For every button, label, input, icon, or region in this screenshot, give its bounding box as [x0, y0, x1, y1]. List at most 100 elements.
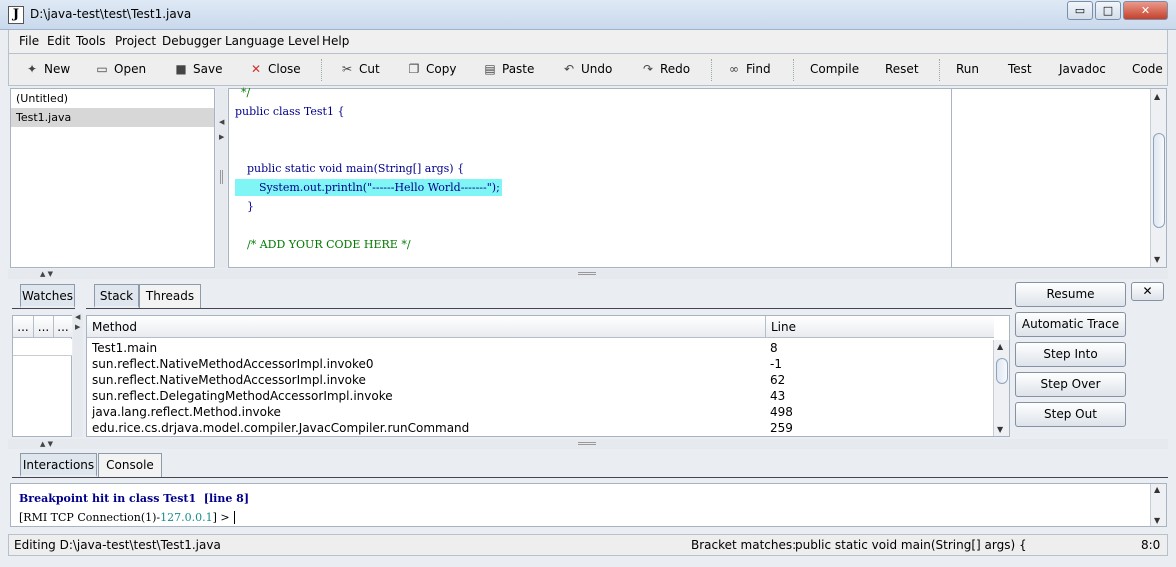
stack-method: sun.reflect.NativeMethodAccessorImpl.inv…: [92, 357, 374, 371]
toolbar-separator: [793, 59, 794, 81]
close-window-button[interactable]: ✕: [1123, 1, 1168, 20]
cut-button[interactable]: ✂ Cut: [340, 62, 380, 76]
editor-scroll-thumb[interactable]: [1153, 133, 1165, 228]
maximize-button[interactable]: □: [1095, 1, 1121, 20]
menu-file[interactable]: File: [19, 34, 39, 48]
interactions-scrollbar[interactable]: ▲ ▼: [1150, 484, 1166, 526]
copy-button[interactable]: ❐ Copy: [407, 62, 457, 76]
splitter-grip-icon: [220, 170, 223, 184]
redo-label: Redo: [660, 62, 691, 76]
watch-col-header[interactable]: ...: [33, 316, 53, 338]
app-icon: J: [8, 6, 24, 24]
column-header-line[interactable]: Line: [765, 316, 994, 338]
undo-button[interactable]: ↶ Undo: [562, 62, 612, 76]
stack-table: Method Line Test1.main 8 sun.reflect.Nati…: [86, 315, 1010, 437]
resume-button[interactable]: Resume: [1015, 282, 1126, 307]
editor-scrollbar[interactable]: ▲ ▼: [1150, 89, 1166, 267]
splitter-grip-icon: [578, 272, 596, 275]
text-cursor: [233, 511, 235, 524]
save-button[interactable]: ■ Save: [174, 62, 222, 76]
stack-tab-underline: [86, 308, 1012, 309]
scroll-up-icon[interactable]: ▲: [1154, 485, 1160, 494]
new-button[interactable]: ✦ New: [25, 62, 70, 76]
column-header-method[interactable]: Method: [87, 316, 765, 338]
cut-label: Cut: [359, 62, 380, 76]
interactions-tab-underline: [12, 477, 1168, 478]
code-editor[interactable]: */ public class Test1 { public static vo…: [228, 86, 951, 268]
watch-input-row[interactable]: [13, 339, 72, 356]
table-row[interactable]: sun.reflect.DelegatingMethodAccessorImpl…: [92, 388, 785, 404]
watch-col-header[interactable]: ...: [53, 316, 72, 338]
stack-method: sun.reflect.DelegatingMethodAccessorImpl…: [92, 389, 393, 403]
stack-scroll-thumb[interactable]: [996, 358, 1008, 384]
paste-button[interactable]: ▤ Paste: [483, 62, 534, 76]
title-bar: J D:\java-test\test\Test1.java ▭ □ ✕: [0, 0, 1176, 30]
code-line-class-decl: public class Test1 {: [235, 105, 345, 118]
watches-splitter[interactable]: ◀ ▶: [73, 313, 83, 437]
menu-language-level[interactable]: Language Level: [225, 34, 320, 48]
watch-col-header[interactable]: ...: [13, 316, 33, 338]
menu-debugger[interactable]: Debugger: [162, 34, 221, 48]
debug-splitter[interactable]: ▲ ▼: [8, 269, 1168, 279]
new-file-icon: ✦: [26, 62, 38, 76]
expand-right-icon: ▶: [219, 133, 225, 141]
tab-watches[interactable]: Watches: [20, 284, 75, 308]
menu-edit[interactable]: Edit: [47, 34, 70, 48]
compile-button[interactable]: Compile: [810, 62, 859, 76]
open-button[interactable]: ▭ Open: [95, 62, 146, 76]
prompt-suffix: ] >: [212, 511, 230, 524]
scroll-up-icon[interactable]: ▲: [1154, 92, 1160, 101]
stack-scrollbar[interactable]: ▲ ▼: [993, 340, 1009, 436]
run-button[interactable]: Run: [956, 62, 979, 76]
open-label: Open: [114, 62, 147, 76]
scroll-up-icon[interactable]: ▲: [997, 342, 1003, 351]
automatic-trace-button[interactable]: Automatic Trace: [1015, 312, 1126, 337]
scroll-down-icon[interactable]: ▼: [997, 425, 1003, 434]
redo-button[interactable]: ↷ Redo: [641, 62, 690, 76]
minimize-button[interactable]: ▭: [1067, 1, 1093, 20]
copy-icon: ❐: [408, 62, 420, 76]
collapse-left-icon: ◀: [75, 313, 81, 321]
find-button[interactable]: ∞ Find: [727, 62, 771, 76]
table-row[interactable]: edu.rice.cs.drjava.model.compiler.JavacC…: [92, 420, 793, 436]
close-button[interactable]: ✕ Close: [249, 62, 301, 76]
code-line-add-code-comment: /* ADD YOUR CODE HERE */: [247, 238, 411, 251]
tab-threads[interactable]: Threads: [139, 284, 201, 308]
stack-line: 43: [770, 389, 786, 403]
tab-stack[interactable]: Stack: [94, 284, 139, 308]
doclist-splitter[interactable]: ◀ ▶: [216, 88, 227, 268]
tab-console[interactable]: Console: [98, 453, 162, 477]
stack-method: edu.rice.cs.drjava.model.compiler.JavacC…: [92, 421, 470, 435]
table-row[interactable]: sun.reflect.NativeMethodAccessorImpl.inv…: [92, 356, 782, 372]
test-button[interactable]: Test: [1008, 62, 1032, 76]
table-row[interactable]: Test1.main 8: [92, 340, 778, 356]
javadoc-button[interactable]: Javadoc: [1059, 62, 1106, 76]
status-bracket-value: public static void main(String[] args) {: [795, 538, 1027, 552]
interactions-pane[interactable]: Breakpoint hit in class Test1 [line 8] […: [10, 483, 1167, 527]
clipboard-icon: ▤: [484, 62, 496, 76]
step-out-button[interactable]: Step Out: [1015, 402, 1126, 427]
toolbar-separator: [711, 59, 712, 81]
menu-project[interactable]: Project: [115, 34, 156, 48]
close-debugger-button[interactable]: ✕: [1131, 282, 1164, 301]
menu-tools[interactable]: Tools: [76, 34, 106, 48]
prompt-prefix: [RMI TCP Connection(1)-: [19, 511, 161, 524]
table-row[interactable]: sun.reflect.NativeMethodAccessorImpl.inv…: [92, 372, 785, 388]
stack-line: 62: [770, 373, 786, 387]
document-item-test1[interactable]: Test1.java: [11, 108, 214, 127]
menu-help[interactable]: Help: [322, 34, 349, 48]
status-bar: Editing D:\java-test\test\Test1.java Bra…: [8, 534, 1168, 556]
table-row[interactable]: java.lang.reflect.Method.invoke 498: [92, 404, 793, 420]
breakpoint-message: Breakpoint hit in class Test1 [line 8]: [19, 492, 250, 505]
scroll-down-icon[interactable]: ▼: [1154, 516, 1160, 525]
code-button[interactable]: Code C: [1132, 62, 1167, 76]
reset-button[interactable]: Reset: [885, 62, 919, 76]
step-into-button[interactable]: Step Into: [1015, 342, 1126, 367]
document-item-untitled[interactable]: (Untitled): [11, 89, 214, 108]
scissors-icon: ✂: [341, 62, 353, 76]
splitter-arrows-icon: ▲ ▼: [40, 270, 53, 278]
scroll-down-icon[interactable]: ▼: [1154, 255, 1160, 264]
tab-interactions[interactable]: Interactions: [20, 453, 97, 477]
interactions-splitter[interactable]: ▲ ▼: [8, 439, 1168, 449]
step-over-button[interactable]: Step Over: [1015, 372, 1126, 397]
